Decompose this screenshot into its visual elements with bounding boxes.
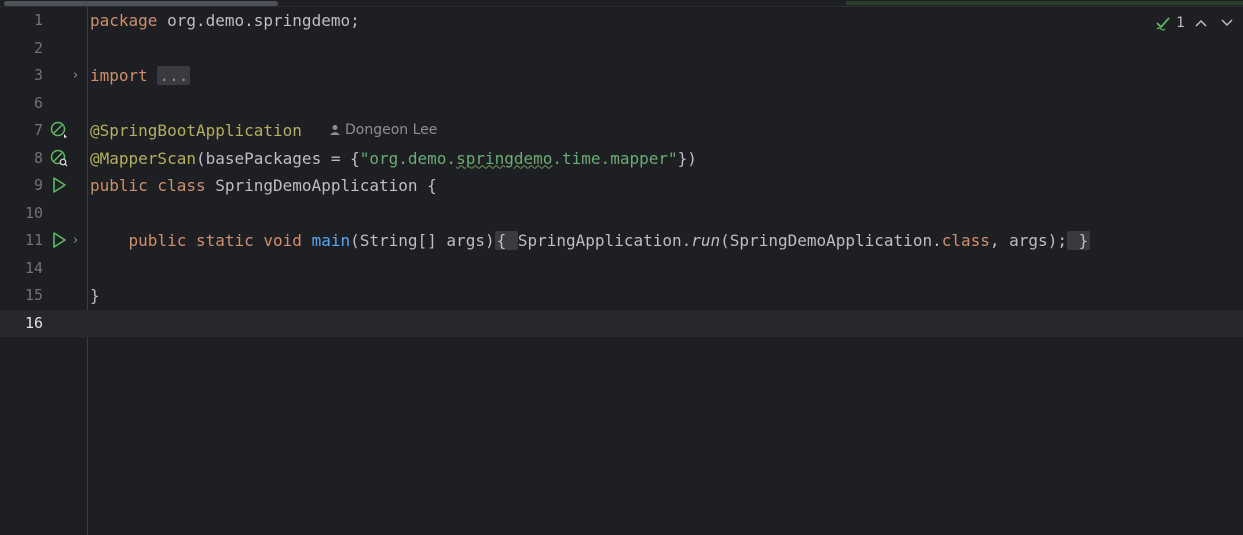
code-line[interactable]: 11 public static void main(String[] args… — [0, 227, 1243, 254]
code-token: (SpringDemoApplication. — [720, 231, 942, 250]
check-icon — [1156, 17, 1170, 31]
line-number[interactable]: 11 — [0, 227, 43, 254]
user-icon — [330, 125, 340, 135]
run-icon[interactable] — [50, 231, 68, 249]
code-token: import — [90, 66, 148, 85]
code-token: }) — [677, 148, 697, 168]
chevron-right-icon[interactable]: › — [73, 227, 78, 254]
code-token: SpringApplication. — [517, 231, 692, 250]
inspection-count: 1 — [1176, 15, 1185, 31]
line-number[interactable]: 8 — [0, 145, 43, 172]
code-text[interactable]: } — [90, 282, 100, 309]
author-inlay[interactable]: Dongeon Lee — [329, 117, 437, 144]
code-token: @MapperScan — [90, 148, 196, 168]
code-token: } — [90, 286, 100, 305]
code-token: (String[] args) — [350, 231, 495, 250]
code-line[interactable]: 14 — [0, 255, 1243, 282]
horizontal-scrollbar[interactable] — [0, 0, 1243, 7]
author-name: Dongeon Lee — [345, 122, 438, 138]
code-token: package — [90, 11, 158, 30]
code-text[interactable]: @SpringBootApplication — [90, 117, 302, 144]
code-token: public static void — [128, 231, 302, 250]
code-token: springdemo — [456, 148, 553, 168]
folded-region[interactable]: { — [494, 231, 518, 250]
line-number[interactable]: 1 — [0, 7, 43, 34]
code-text[interactable]: @MapperScan(basePackages = {"org.demo.sp… — [90, 145, 697, 172]
code-token: class — [941, 231, 990, 250]
code-token: .time.mapper" — [552, 148, 678, 168]
chevron-right-icon[interactable]: › — [73, 62, 78, 89]
code-token: "org.demo. — [359, 148, 457, 168]
code-token: , args); — [989, 231, 1067, 250]
code-line[interactable]: 3 import ... › — [0, 62, 1243, 89]
line-number[interactable]: 16 — [0, 310, 43, 337]
code-text[interactable]: package org.demo.springdemo; — [90, 7, 360, 34]
code-line[interactable]: 10 — [0, 200, 1243, 227]
code-line[interactable]: 16 — [0, 309, 1243, 337]
code-token: public class — [90, 176, 206, 195]
inspection-widget[interactable]: 1 — [1155, 12, 1243, 34]
code-token: SpringDemoApplication { — [205, 176, 437, 195]
code-token: run — [691, 231, 721, 250]
inspection-badge[interactable]: 1 — [1155, 15, 1185, 31]
scrollbar-thumb[interactable] — [4, 1, 278, 6]
code-line[interactable]: 15} — [0, 282, 1243, 309]
code-text[interactable]: public class SpringDemoApplication { — [90, 172, 437, 199]
previous-highlight-button[interactable] — [1191, 13, 1211, 33]
code-line[interactable]: 7 @SpringBootApplication Dongeon Lee — [0, 117, 1243, 144]
code-token: (basePackages = { — [195, 148, 360, 168]
code-text[interactable]: import ... — [90, 62, 191, 89]
line-number[interactable]: 15 — [0, 282, 43, 309]
run-icon[interactable] — [50, 176, 68, 194]
line-number[interactable]: 9 — [0, 172, 43, 199]
spring-bean-icon[interactable] — [50, 121, 68, 139]
mapper-scan-icon[interactable] — [50, 149, 68, 167]
line-number[interactable]: 3 — [0, 62, 43, 89]
scrollbar-marker — [846, 1, 1243, 5]
code-token: org.demo.springdemo; — [157, 11, 360, 30]
code-line[interactable]: 1 package org.demo.springdemo; — [0, 7, 1243, 34]
code-token: @SpringBootApplication — [90, 121, 302, 140]
folded-region[interactable]: } — [1066, 231, 1091, 250]
chevron-down-icon — [1221, 19, 1233, 27]
next-highlight-button[interactable] — [1217, 13, 1237, 33]
code-line[interactable]: 2 — [0, 35, 1243, 62]
line-number[interactable]: 7 — [0, 117, 43, 144]
line-number[interactable]: 2 — [0, 35, 43, 62]
code-token: main — [311, 231, 351, 250]
code-line[interactable]: 8 @MapperScan(basePackages = {"org.demo.s… — [0, 145, 1243, 172]
code-line[interactable]: 9 public class SpringDemoApplication { — [0, 172, 1243, 199]
code-line[interactable]: 6 — [0, 90, 1243, 117]
folded-region[interactable]: ... — [157, 66, 191, 85]
line-number[interactable]: 14 — [0, 255, 43, 282]
chevron-up-icon — [1195, 19, 1207, 27]
code-editor[interactable]: 1 package org.demo.springdemo; 2 3 import ..… — [0, 0, 1243, 535]
code-text[interactable]: public static void main(String[] args){ … — [90, 227, 1091, 254]
line-number[interactable]: 6 — [0, 90, 43, 117]
line-number[interactable]: 10 — [0, 200, 43, 227]
